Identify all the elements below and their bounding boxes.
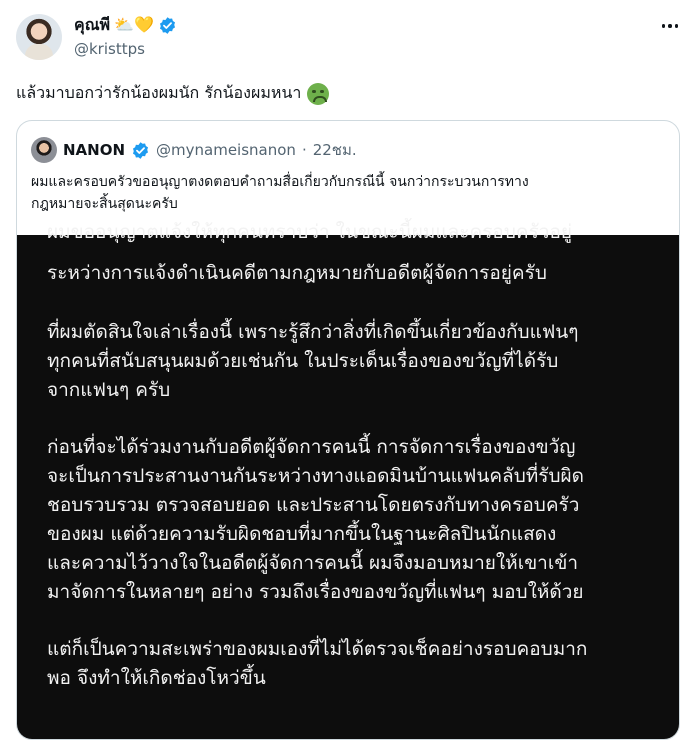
tweet-text: แล้วมาบอกว่ารักน้องผมนัก รักน้องผมหนา: [16, 81, 330, 106]
quoted-handle: @mynameisnanon: [156, 141, 296, 159]
tweet-text-content: แล้วมาบอกว่ารักน้องผมนัก รักน้องผมหนา: [16, 83, 302, 102]
quoted-display-name: NANON: [63, 141, 126, 159]
verified-badge-icon[interactable]: [158, 16, 177, 35]
image-text-line: ของผม แต่ด้วยความรับผิดชอบที่มากขึ้นในฐา…: [47, 523, 557, 545]
quoted-separator: ·: [301, 141, 307, 159]
image-text-line: ทุกคนที่สนับสนุนผมด้วยเช่นกัน ในประเด็นเ…: [47, 350, 559, 372]
quoted-verified-badge-icon: [133, 141, 149, 159]
image-paragraph-3: ก่อนที่จะได้ร่วมงานกับอดีตผู้จัดการคนนี้…: [47, 433, 667, 607]
quoted-image[interactable]: ผมขออนุญาตแจ้งให้ทุกคนทราบว่า ในขณะนี้ผม…: [17, 221, 679, 739]
image-paragraph-2: ที่ผมตัดสินใจเล่าเรื่องนี้ เพราะรู้สึกว่…: [47, 318, 667, 405]
image-text-line: จะเป็นการประสานงานกันระหว่างทางแอดมินบ้า…: [47, 465, 585, 487]
author-name-row: คุณพี ⛅💛: [74, 14, 177, 36]
quoted-time: 22ชม.: [312, 141, 357, 159]
image-text-line: ที่ผมตัดสินใจเล่าเรื่องนี้ เพราะรู้สึกว่…: [47, 321, 579, 343]
image-text-line: มาจัดการในหลายๆ อย่าง รวมถึงเรื่องของขวั…: [47, 581, 584, 603]
image-paragraph-4: แต่ก็เป็นความสะเพร่าของผมเองที่ไม่ได้ตรว…: [47, 635, 667, 693]
image-text-line: แต่ก็เป็นความสะเพร่าของผมเองที่ไม่ได้ตรว…: [47, 638, 588, 660]
quoted-text-line: กฎหมายจะสิ้นสุดนะครับ: [31, 196, 178, 212]
author-display-name[interactable]: คุณพี: [74, 13, 110, 38]
quoted-avatar: [31, 137, 57, 163]
quoted-tweet-card[interactable]: NANON @mynameisnanon · 22ชม. ผมและครอบคร…: [16, 120, 680, 740]
image-text-line: ชอบรวบรวม ตรวจสอบยอด และประสานโดยตรงกับท…: [47, 494, 580, 516]
sick-face-emoji-icon: [307, 82, 330, 105]
author-handle[interactable]: @kristtps: [74, 40, 145, 58]
image-text-line: ระหว่างการแจ้งดำเนินคดีตามกฎหมายกับอดีตผ…: [47, 262, 547, 284]
author-avatar[interactable]: [16, 14, 62, 60]
image-text-line: พอ จึงทำให้เกิดช่องโหว่ขึ้น: [47, 667, 266, 689]
quoted-text: ผมและครอบครัวขออนุญาตงดตอบคำถามสื่อเกี่ย…: [31, 171, 641, 215]
quoted-text-line: ผมและครอบครัวขออนุญาตงดตอบคำถามสื่อเกี่ย…: [31, 174, 529, 190]
author-name-emojis: ⛅💛: [114, 15, 154, 34]
quoted-header: NANON @mynameisnanon · 22ชม.: [31, 137, 357, 163]
tweet: คุณพี ⛅💛 @kristtps แล้วมาบอกว่ารักน้องผม…: [0, 0, 700, 740]
image-text-line: และความไว้วางใจในอดีตผู้จัดการคนนี้ ผมจึ…: [47, 552, 578, 574]
image-text-line: ก่อนที่จะได้ร่วมงานกับอดีตผู้จัดการคนนี้…: [47, 436, 576, 458]
image-text-cut-line: ผมขออนุญาตแจ้งให้ทุกคนทราบว่า ในขณะนี้ผม…: [47, 221, 573, 243]
more-options-icon[interactable]: [658, 16, 682, 36]
image-text-line: จากแฟนๆ ครับ: [47, 379, 171, 401]
image-paragraph-1: ระหว่างการแจ้งดำเนินคดีตามกฎหมายกับอดีตผ…: [47, 259, 667, 288]
